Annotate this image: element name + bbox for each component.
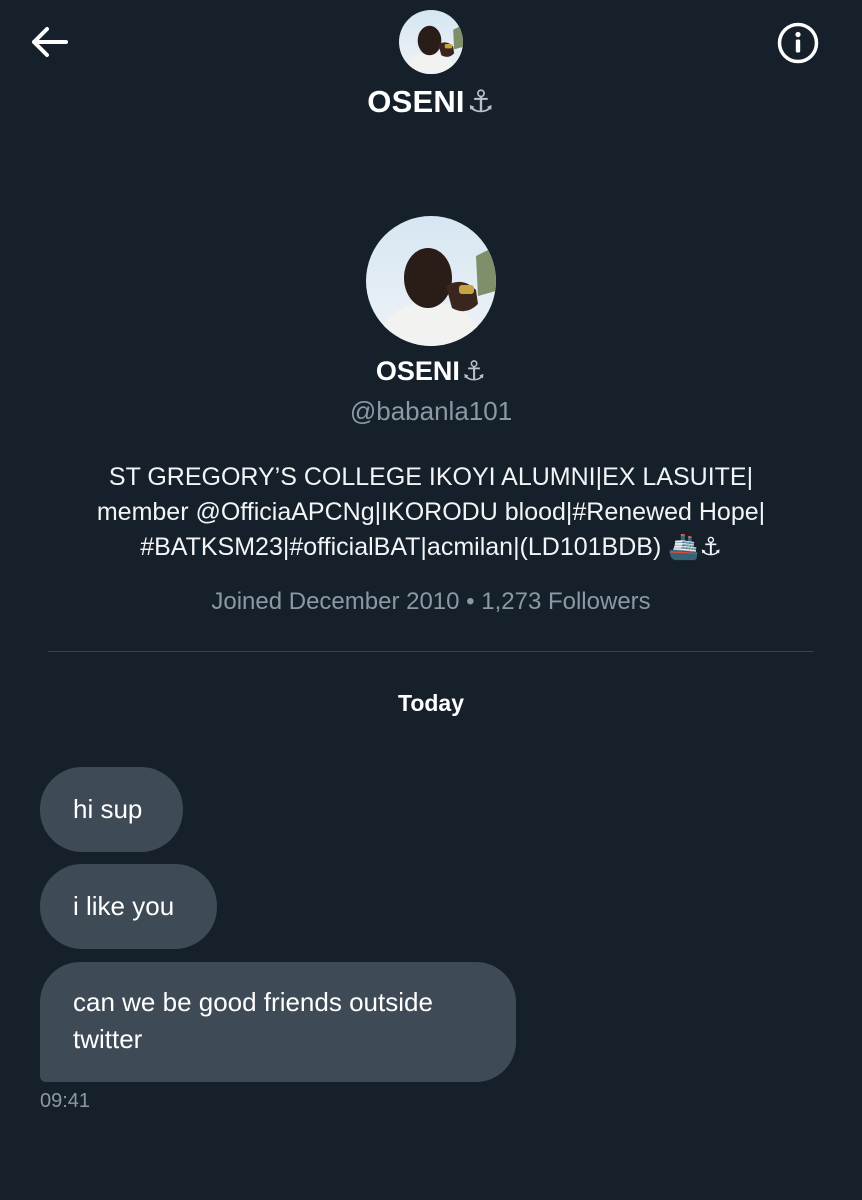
profile-display-name[interactable]: OSENI⚓ xyxy=(0,356,862,387)
message-timestamp: 09:41 xyxy=(40,1090,91,1112)
profile-name-text: OSENI xyxy=(375,356,460,386)
profile-join-followers: Joined December 2010 • 1,273 Followers xyxy=(211,588,651,615)
back-button[interactable] xyxy=(26,22,72,62)
arrow-left-icon xyxy=(32,27,68,57)
received-message[interactable]: i like you xyxy=(40,864,217,949)
avatar-photo xyxy=(366,216,496,346)
message-text: hi sup xyxy=(73,794,143,824)
avatar-photo xyxy=(399,10,463,74)
bio-line: member @OfficiaAPCNg|IKORODU blood|#Rene… xyxy=(96,498,766,526)
conversation-title-name: OSENI xyxy=(367,84,465,119)
divider xyxy=(48,651,814,652)
anchor-emoji: ⚓ xyxy=(461,356,487,386)
message-text: can we be good friends outside twitter xyxy=(73,987,433,1054)
profile-bio: ST GREGORY’S COLLEGE IKOYI ALUMNI|EX LAS… xyxy=(30,460,832,565)
bio-line: ST GREGORY’S COLLEGE IKOYI ALUMNI|EX LAS… xyxy=(108,463,754,491)
anchor-emoji: ⚓ xyxy=(466,84,495,119)
dm-conversation-screen: OSENI⚓ OSENI⚓ @babanla101 ST GREGORY’S C… xyxy=(0,0,862,1200)
header-avatar[interactable] xyxy=(399,10,463,74)
bio-line: #BATKSM23|#officialBAT|acmilan|(LD101BDB… xyxy=(140,533,722,561)
message-text: i like you xyxy=(73,891,175,921)
profile-avatar[interactable] xyxy=(366,216,496,346)
date-separator: Today xyxy=(397,690,465,716)
info-circle-icon xyxy=(777,22,819,64)
received-message[interactable]: can we be good friends outside twitter xyxy=(40,962,516,1082)
received-message[interactable]: hi sup xyxy=(40,767,183,852)
profile-handle[interactable]: @babanla101 xyxy=(0,396,862,427)
conversation-title: OSENI⚓ xyxy=(0,84,862,120)
conversation-info-button[interactable] xyxy=(774,19,822,67)
